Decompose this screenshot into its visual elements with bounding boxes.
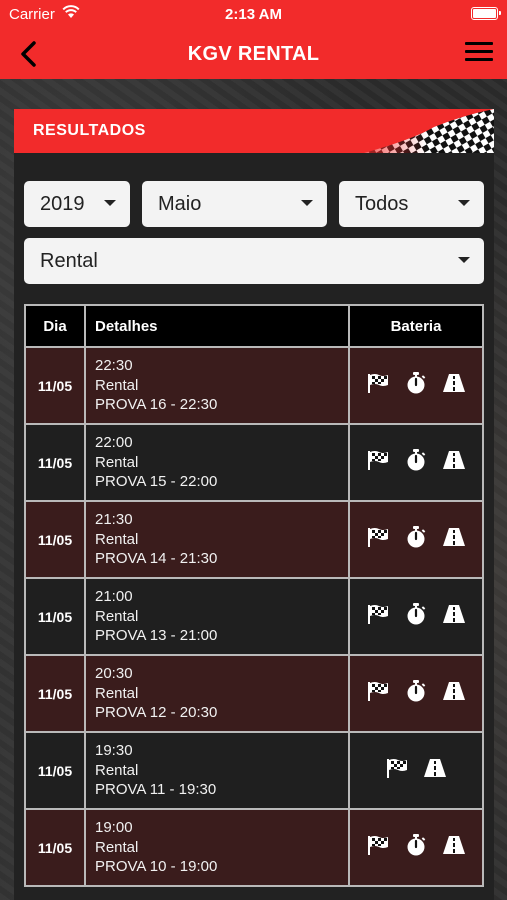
month-select[interactable]: Maio <box>142 181 327 227</box>
caret-down-icon <box>301 200 313 206</box>
row-time: 19:30 <box>95 742 133 760</box>
stopwatch-icon[interactable] <box>404 449 428 471</box>
clock: 2:13 AM <box>225 6 282 23</box>
status-bar: Carrier 2:13 AM <box>0 0 507 30</box>
column-header-day: Dia <box>24 304 86 348</box>
row-details: 22:00 Rental PROVA 15 - 22:00 <box>84 423 350 502</box>
row-day: 11/05 <box>24 500 86 579</box>
type-value: Rental <box>40 250 98 272</box>
track-icon[interactable] <box>442 603 466 625</box>
table-row[interactable]: 11/05 22:00 Rental PROVA 15 - 22:00 <box>24 423 484 502</box>
stopwatch-icon[interactable] <box>404 372 428 394</box>
row-day: 11/05 <box>24 808 86 887</box>
caret-down-icon <box>458 200 470 206</box>
stopwatch-icon[interactable] <box>404 603 428 625</box>
year-select[interactable]: 2019 <box>24 181 130 227</box>
row-time: 21:30 <box>95 511 133 529</box>
navigation-bar: KGV RENTAL <box>0 30 507 79</box>
row-type: Rental <box>95 530 139 548</box>
checkered-flag-icon[interactable] <box>366 526 390 548</box>
row-actions <box>348 500 484 579</box>
row-actions <box>348 654 484 733</box>
checkered-flag-decoration <box>344 109 494 153</box>
row-details: 21:30 Rental PROVA 14 - 21:30 <box>84 500 350 579</box>
hamburger-menu-icon[interactable] <box>465 42 493 66</box>
results-card: RESULTADOS 2019 Maio Todos Rental Dia De… <box>14 109 494 900</box>
results-table: Dia Detalhes Bateria 11/05 22:30 Rental … <box>24 304 484 887</box>
type-select[interactable]: Rental <box>24 238 484 284</box>
row-type: Rental <box>95 453 139 471</box>
row-actions <box>348 731 484 810</box>
row-time: 21:00 <box>95 588 133 606</box>
checkered-flag-icon[interactable] <box>366 372 390 394</box>
track-icon[interactable] <box>442 372 466 394</box>
caret-down-icon <box>458 257 470 263</box>
track-icon[interactable] <box>442 680 466 702</box>
stopwatch-icon[interactable] <box>404 834 428 856</box>
row-details: 19:00 Rental PROVA 10 - 19:00 <box>84 808 350 887</box>
caret-down-icon <box>104 200 116 206</box>
row-race: PROVA 14 - 21:30 <box>95 550 218 568</box>
category-value: Todos <box>355 193 409 215</box>
row-details: 22:30 Rental PROVA 16 - 22:30 <box>84 346 350 425</box>
row-actions <box>348 423 484 502</box>
track-icon[interactable] <box>442 526 466 548</box>
checkered-flag-icon[interactable] <box>366 680 390 702</box>
row-time: 19:00 <box>95 819 133 837</box>
row-type: Rental <box>95 838 139 856</box>
row-day: 11/05 <box>24 654 86 733</box>
track-icon[interactable] <box>442 834 466 856</box>
column-header-battery: Bateria <box>348 304 484 348</box>
column-header-details: Detalhes <box>84 304 350 348</box>
row-race: PROVA 16 - 22:30 <box>95 396 218 414</box>
row-day: 11/05 <box>24 346 86 425</box>
table-header-row: Dia Detalhes Bateria <box>24 304 484 348</box>
row-race: PROVA 12 - 20:30 <box>95 704 218 722</box>
row-actions <box>348 808 484 887</box>
row-actions <box>348 577 484 656</box>
row-time: 22:00 <box>95 434 133 452</box>
row-time: 20:30 <box>95 665 133 683</box>
row-type: Rental <box>95 607 139 625</box>
checkered-flag-icon[interactable] <box>366 834 390 856</box>
checkered-flag-icon[interactable] <box>385 757 409 779</box>
checkered-flag-icon[interactable] <box>366 603 390 625</box>
track-icon[interactable] <box>442 449 466 471</box>
results-title: RESULTADOS <box>33 122 146 139</box>
row-details: 21:00 Rental PROVA 13 - 21:00 <box>84 577 350 656</box>
results-header: RESULTADOS <box>14 109 494 153</box>
table-row[interactable]: 11/05 20:30 Rental PROVA 12 - 20:30 <box>24 654 484 733</box>
stopwatch-icon[interactable] <box>404 526 428 548</box>
battery-icon <box>471 7 501 20</box>
table-row[interactable]: 11/05 22:30 Rental PROVA 16 - 22:30 <box>24 346 484 425</box>
stopwatch-icon[interactable] <box>404 680 428 702</box>
table-row[interactable]: 11/05 21:00 Rental PROVA 13 - 21:00 <box>24 577 484 656</box>
table-row[interactable]: 11/05 19:30 Rental PROVA 11 - 19:30 <box>24 731 484 810</box>
checkered-flag-icon[interactable] <box>366 449 390 471</box>
row-type: Rental <box>95 376 139 394</box>
row-time: 22:30 <box>95 357 133 375</box>
row-race: PROVA 15 - 22:00 <box>95 473 218 491</box>
row-details: 20:30 Rental PROVA 12 - 20:30 <box>84 654 350 733</box>
row-day: 11/05 <box>24 577 86 656</box>
row-actions <box>348 346 484 425</box>
row-details: 19:30 Rental PROVA 11 - 19:30 <box>84 731 350 810</box>
year-value: 2019 <box>40 193 85 215</box>
month-value: Maio <box>158 193 202 215</box>
row-type: Rental <box>95 761 139 779</box>
row-race: PROVA 13 - 21:00 <box>95 627 218 645</box>
track-icon[interactable] <box>423 757 447 779</box>
row-day: 11/05 <box>24 731 86 810</box>
table-row[interactable]: 11/05 21:30 Rental PROVA 14 - 21:30 <box>24 500 484 579</box>
row-race: PROVA 10 - 19:00 <box>95 858 218 876</box>
row-type: Rental <box>95 684 139 702</box>
row-race: PROVA 11 - 19:30 <box>95 781 217 799</box>
row-day: 11/05 <box>24 423 86 502</box>
table-row[interactable]: 11/05 19:00 Rental PROVA 10 - 19:00 <box>24 808 484 887</box>
category-select[interactable]: Todos <box>339 181 484 227</box>
page-title: KGV RENTAL <box>187 43 320 65</box>
